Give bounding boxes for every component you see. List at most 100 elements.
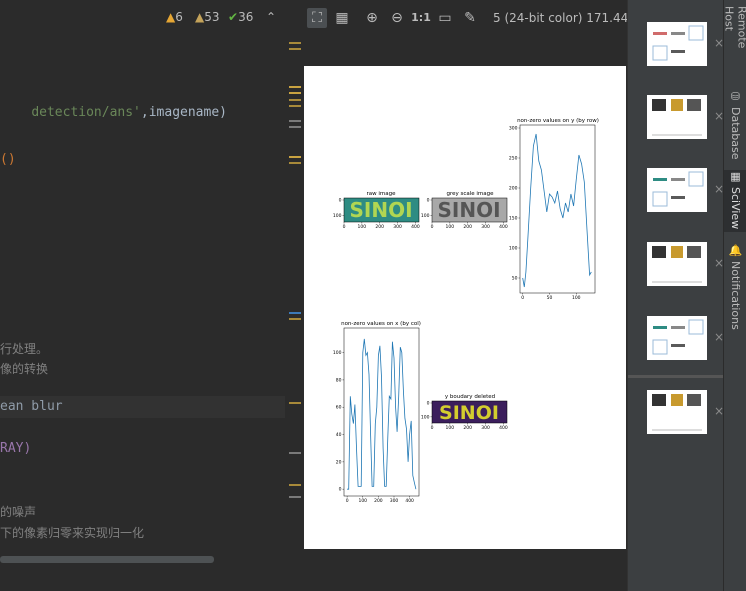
x-tick-label: 400 xyxy=(411,224,420,230)
sciview-icon: ▦ xyxy=(729,170,742,183)
x-tick-label: 300 xyxy=(393,224,402,230)
y-tick-label: 150 xyxy=(509,216,518,222)
error-stripe[interactable] xyxy=(285,0,303,591)
x-tick-label: 0 xyxy=(343,224,346,230)
code-comment-normalize: 下的像素归零来实现归一化 xyxy=(0,526,145,540)
stripe-marker[interactable] xyxy=(289,156,301,158)
tab-remote-host[interactable]: Remote Host xyxy=(722,6,746,76)
y-tick-label: 0 xyxy=(339,487,342,493)
typos-indicator[interactable]: ✔36 xyxy=(228,10,253,24)
x-tick-label: 400 xyxy=(405,498,414,504)
panel-divider xyxy=(628,375,724,378)
plot-thumbnail[interactable] xyxy=(647,390,707,434)
stripe-marker[interactable] xyxy=(289,120,301,122)
y-deleted-image-content: SINOI xyxy=(439,402,499,424)
previous-highlight-button[interactable]: ⌃ xyxy=(266,10,276,24)
zoom-in-icon: ⊕ xyxy=(366,10,378,26)
zoom-in-button[interactable]: ⊕ xyxy=(362,8,382,28)
plot-thumbnail[interactable] xyxy=(647,95,707,139)
x-tick-label: 300 xyxy=(390,498,399,504)
y-tick-label: 0 xyxy=(339,198,342,204)
y-plot: 0 50 100 50 100 150 200 250 300 xyxy=(509,126,592,301)
code-comment-convert: 像的转换 xyxy=(0,362,49,376)
code-editor[interactable]: detection/ans',imagename) () 行处理。 像的转换 e… xyxy=(0,0,303,591)
x-tick-label: 0 xyxy=(346,498,349,504)
stripe-marker[interactable] xyxy=(289,318,301,320)
y-tick-label: 250 xyxy=(509,156,518,162)
y-tick-label: 100 xyxy=(509,246,518,252)
horizontal-scrollbar[interactable] xyxy=(0,556,214,563)
stripe-marker[interactable] xyxy=(289,452,301,454)
code-line-ans: detection/ans',imagename) xyxy=(0,90,227,135)
y-tick-label: 40 xyxy=(336,432,342,438)
code-rest: ,imagename) xyxy=(140,105,227,120)
stripe-marker[interactable] xyxy=(289,162,301,164)
check-typo-icon: ✔ xyxy=(228,10,239,24)
plot-thumbnail[interactable] xyxy=(647,242,707,286)
stripe-marker[interactable] xyxy=(289,496,301,498)
zoom-out-icon: ⊖ xyxy=(391,10,403,26)
stripe-marker[interactable] xyxy=(289,86,301,88)
tab-remote-host-label: Remote Host xyxy=(722,6,746,49)
grey-image-title: grey scale image xyxy=(446,191,494,197)
plot-thumbnail[interactable] xyxy=(647,316,707,360)
y-tick-label: 100 xyxy=(421,414,430,420)
tab-notifications[interactable]: 🔔 Notifications xyxy=(724,244,746,331)
y-plot-frame xyxy=(519,124,596,294)
y-tick-label: 0 xyxy=(427,198,430,204)
errors-indicator[interactable]: ▲6 xyxy=(166,10,183,24)
actual-size-button[interactable]: 1:1 xyxy=(411,8,431,28)
stripe-marker[interactable] xyxy=(289,99,301,101)
stripe-marker[interactable] xyxy=(289,312,301,314)
toggle-background-button[interactable]: ▭ xyxy=(435,8,455,28)
warnings-indicator[interactable]: ▲53 xyxy=(195,10,220,24)
x-tick-label: 100 xyxy=(446,224,455,230)
grid-icon: ▦ xyxy=(335,10,349,26)
toggle-grid-button[interactable]: ▦ xyxy=(332,8,352,28)
x-tick-label: 0 xyxy=(521,295,524,301)
x-tick-label: 50 xyxy=(547,295,553,301)
plots-history-panel: × × × × × × xyxy=(627,0,724,591)
y-plot-title: non-zero values on y (by row) xyxy=(517,118,599,124)
stripe-marker[interactable] xyxy=(289,126,301,128)
zoom-out-button[interactable]: ⊖ xyxy=(387,8,407,28)
stripe-marker[interactable] xyxy=(289,42,301,44)
thumbnail-preview xyxy=(652,246,702,283)
y-tick-label: 20 xyxy=(336,459,342,465)
stripe-marker[interactable] xyxy=(289,402,301,404)
x-plot-title: non-zero values on x (by col) xyxy=(341,321,421,327)
x-tick-label: 100 xyxy=(358,224,367,230)
tab-notifications-label: Notifications xyxy=(729,261,742,331)
stripe-marker[interactable] xyxy=(289,484,301,486)
y-deleted-title: y boudary deleted xyxy=(445,394,495,400)
plot-thumbnail[interactable] xyxy=(647,168,707,212)
series-line xyxy=(522,133,592,288)
x-tick-label: 200 xyxy=(463,224,472,230)
bell-icon: 🔔 xyxy=(729,244,742,258)
code-string: detection/ans' xyxy=(31,105,141,120)
stripe-marker[interactable] xyxy=(289,105,301,107)
tab-database[interactable]: ⛁ Database xyxy=(724,90,746,160)
y-tick-label: 300 xyxy=(509,126,518,132)
y-tick-label: 100 xyxy=(333,213,342,219)
y-tick-label: 80 xyxy=(336,377,342,383)
right-tool-window-bar: Remote Host ⛁ Database ▦ SciView 🔔 Notifica… xyxy=(723,0,746,591)
image-info: 5 (24-bit color) 171.44 kB xyxy=(493,11,648,25)
raw-image-content: SINOI xyxy=(349,198,412,222)
color-picker-button[interactable]: ✎ xyxy=(460,8,480,28)
x-tick-label: 200 xyxy=(463,425,472,431)
tab-sciview[interactable]: ▦ SciView xyxy=(724,170,746,232)
plot-thumbnail[interactable] xyxy=(647,22,707,66)
thumbnail-preview xyxy=(652,171,704,207)
error-warning-icon: ▲ xyxy=(166,10,176,24)
weak-warning-icon: ▲ xyxy=(195,10,205,24)
stripe-marker[interactable] xyxy=(289,92,301,94)
x-tick-label: 200 xyxy=(374,498,383,504)
x-tick-label: 300 xyxy=(481,425,490,431)
x-tick-label: 100 xyxy=(446,425,455,431)
stripe-marker[interactable] xyxy=(289,48,301,50)
fit-to-window-button[interactable]: ⛶ xyxy=(307,8,327,28)
x-tick-label: 100 xyxy=(572,295,581,301)
chevron-up-icon: ⌃ xyxy=(266,10,277,24)
thumbnail-preview xyxy=(652,99,702,136)
